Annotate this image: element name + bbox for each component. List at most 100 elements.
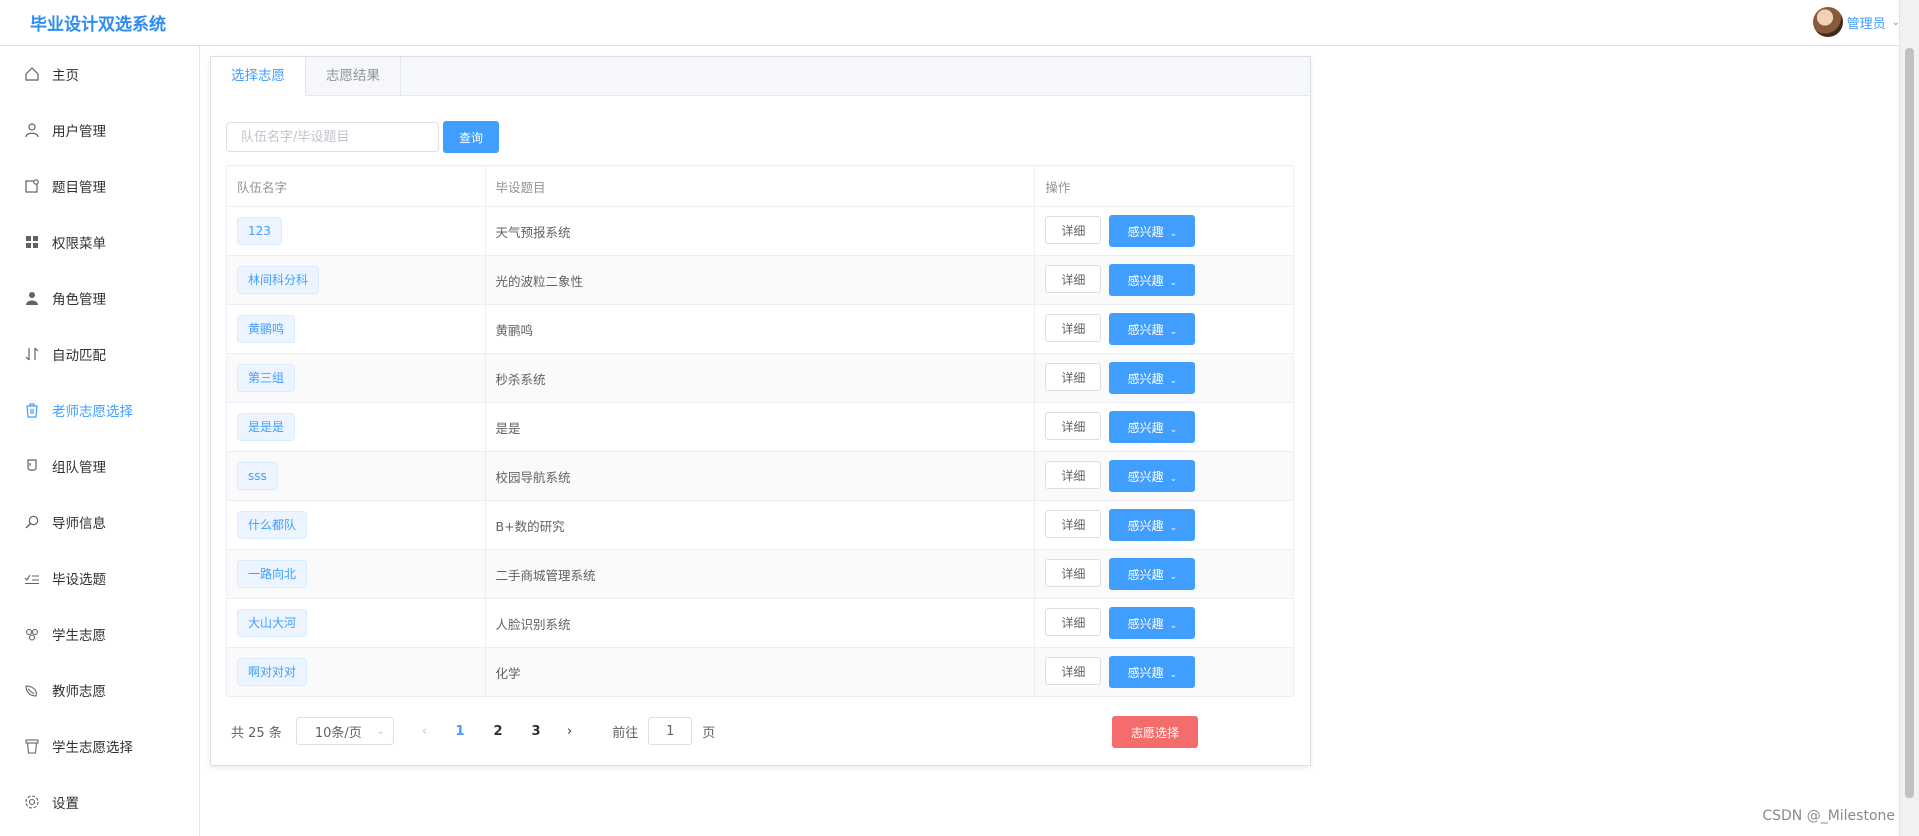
chevron-down-icon: ⌄ [376, 725, 385, 737]
interest-dropdown-button[interactable]: 感兴趣 ⌄ [1109, 313, 1196, 345]
grid-icon [24, 234, 40, 250]
detail-button[interactable]: 详细 [1045, 314, 1102, 342]
sidebar-item-label: 主页 [52, 68, 79, 84]
table-row: 一路向北 二手商城管理系统 详细 感兴趣 ⌄ [226, 549, 1294, 599]
tab-select-wishes[interactable]: 选择志愿 [211, 57, 306, 96]
sidebar-item-home[interactable]: 主页 [0, 46, 199, 102]
sidebar-item-label: 教师志愿 [52, 684, 106, 700]
document-icon [24, 178, 40, 194]
team-tag: 林间科分科 [237, 266, 320, 294]
table-header-row: 队伍名字 毕设题目 操作 [226, 165, 1294, 207]
interest-label: 感兴趣 [1127, 567, 1164, 582]
interest-dropdown-button[interactable]: 感兴趣 ⌄ [1109, 558, 1196, 590]
sidebar-item-label: 角色管理 [52, 292, 106, 308]
gear-icon [24, 794, 40, 810]
table-row: 大山大河 人脸识别系统 详细 感兴趣 ⌄ [226, 598, 1294, 648]
detail-button[interactable]: 详细 [1045, 608, 1102, 636]
sidebar-item-permissions[interactable]: 权限菜单 [0, 214, 199, 270]
interest-dropdown-button[interactable]: 感兴趣 ⌄ [1109, 215, 1196, 247]
chevron-down-icon: ⌄ [1169, 424, 1178, 435]
sidebar-item-topics[interactable]: 题目管理 [0, 158, 199, 214]
sidebar-item-settings[interactable]: 设置 [0, 774, 199, 830]
table-row: 123 天气预报系统 详细 感兴趣 ⌄ [226, 206, 1294, 256]
table-row: sss 校园导航系统 详细 感兴趣 ⌄ [226, 451, 1294, 501]
interest-label: 感兴趣 [1127, 469, 1164, 484]
detail-button[interactable]: 详细 [1045, 510, 1102, 538]
avatar[interactable] [1812, 7, 1843, 37]
interest-dropdown-button[interactable]: 感兴趣 ⌄ [1109, 411, 1196, 443]
cup-icon [24, 458, 40, 474]
interest-dropdown-button[interactable]: 感兴趣 ⌄ [1109, 264, 1196, 296]
tab-bar: 选择志愿 志愿结果 [211, 57, 1310, 96]
chevron-down-icon: ⌄ [1169, 620, 1178, 631]
topic-cell: 黄鹂鸣 [485, 304, 1036, 354]
sidebar-item-roles[interactable]: 角色管理 [0, 270, 199, 326]
sidebar-item-label: 设置 [52, 796, 79, 812]
user-menu[interactable]: 管理员 ⌄ [1812, 7, 1900, 37]
wish-select-button[interactable]: 志愿选择 [1112, 716, 1198, 748]
detail-button[interactable]: 详细 [1045, 363, 1102, 391]
detail-button[interactable]: 详细 [1045, 216, 1102, 244]
top-header: 毕业设计双选系统 管理员 ⌄ [0, 0, 1900, 46]
search-input[interactable] [226, 122, 439, 152]
leaf-icon [24, 682, 40, 698]
topic-cell: B+数的研究 [485, 500, 1036, 550]
checklist-icon [24, 570, 40, 586]
page-size-select[interactable]: 10条/页 ⌄ [295, 717, 394, 745]
prev-page-icon[interactable]: ‹ [422, 724, 427, 739]
sidebar-item-teacher-wishes[interactable]: 教师志愿 [0, 662, 199, 718]
detail-button[interactable]: 详细 [1045, 265, 1102, 293]
page-number[interactable]: 1 [441, 724, 479, 739]
sidebar-item-label: 毕设选题 [52, 572, 106, 588]
sidebar-item-student-wishes[interactable]: 学生志愿 [0, 606, 199, 662]
page-scrollbar[interactable] [1899, 0, 1919, 836]
interest-dropdown-button[interactable]: 感兴趣 ⌄ [1109, 656, 1196, 688]
user-name[interactable]: 管理员 [1847, 13, 1886, 32]
query-button[interactable]: 查询 [443, 121, 499, 153]
interest-dropdown-button[interactable]: 感兴趣 ⌄ [1109, 509, 1196, 541]
watermark: CSDN @_Milestone [1762, 808, 1895, 824]
goto-page-input[interactable] [648, 717, 693, 745]
pagination: 共 25 条 10条/页 ⌄ ‹ 1 2 3 › 前往 页 [231, 717, 715, 745]
sidebar-item-team-management[interactable]: 组队管理 [0, 438, 199, 494]
team-table: 队伍名字 毕设题目 操作 123 天气预报系统 详细 感兴趣 ⌄ 林间科分科 光的波… [226, 165, 1294, 697]
topic-cell: 校园导航系统 [485, 451, 1036, 501]
scrollbar-thumb[interactable] [1905, 48, 1914, 798]
sidebar-item-graduation-topics[interactable]: 毕设选题 [0, 550, 199, 606]
interest-dropdown-button[interactable]: 感兴趣 ⌄ [1109, 460, 1196, 492]
sidebar-item-label: 学生志愿选择 [52, 740, 133, 756]
sidebar-item-label: 组队管理 [52, 460, 106, 476]
page-number[interactable]: 3 [517, 724, 555, 739]
page-number[interactable]: 2 [479, 724, 517, 739]
topic-cell: 人脸识别系统 [485, 598, 1036, 648]
sidebar-item-teacher-choice[interactable]: 老师志愿选择 [0, 382, 199, 438]
chevron-down-icon: ⌄ [1169, 228, 1178, 239]
next-page-icon[interactable]: › [567, 724, 572, 739]
topic-cell: 化学 [485, 647, 1036, 697]
sidebar-item-student-choice[interactable]: 学生志愿选择 [0, 718, 199, 774]
team-tag: 第三组 [237, 364, 296, 392]
column-header-team: 队伍名字 [226, 165, 486, 207]
sidebar-item-users[interactable]: 用户管理 [0, 102, 199, 158]
sidebar-item-auto-match[interactable]: 自动匹配 [0, 326, 199, 382]
topic-cell: 二手商城管理系统 [485, 549, 1036, 599]
cherries-icon [24, 626, 40, 642]
home-icon [24, 66, 40, 82]
team-tag: 123 [237, 217, 282, 245]
detail-button[interactable]: 详细 [1045, 412, 1102, 440]
interest-dropdown-button[interactable]: 感兴趣 ⌄ [1109, 607, 1196, 639]
tab-wish-results[interactable]: 志愿结果 [306, 57, 401, 95]
sidebar-item-label: 权限菜单 [52, 236, 106, 252]
chevron-down-icon: ⌄ [1169, 522, 1178, 533]
detail-button[interactable]: 详细 [1045, 559, 1102, 587]
interest-dropdown-button[interactable]: 感兴趣 ⌄ [1109, 362, 1196, 394]
sidebar-item-mentor-info[interactable]: 导师信息 [0, 494, 199, 550]
interest-label: 感兴趣 [1127, 224, 1164, 239]
chevron-down-icon: ⌄ [1169, 473, 1178, 484]
column-header-topic: 毕设题目 [485, 165, 1036, 207]
detail-button[interactable]: 详细 [1045, 461, 1102, 489]
team-tag: 是是是 [237, 413, 296, 441]
team-tag: 一路向北 [237, 560, 308, 588]
sidebar-item-label: 用户管理 [52, 124, 106, 140]
detail-button[interactable]: 详细 [1045, 657, 1102, 685]
